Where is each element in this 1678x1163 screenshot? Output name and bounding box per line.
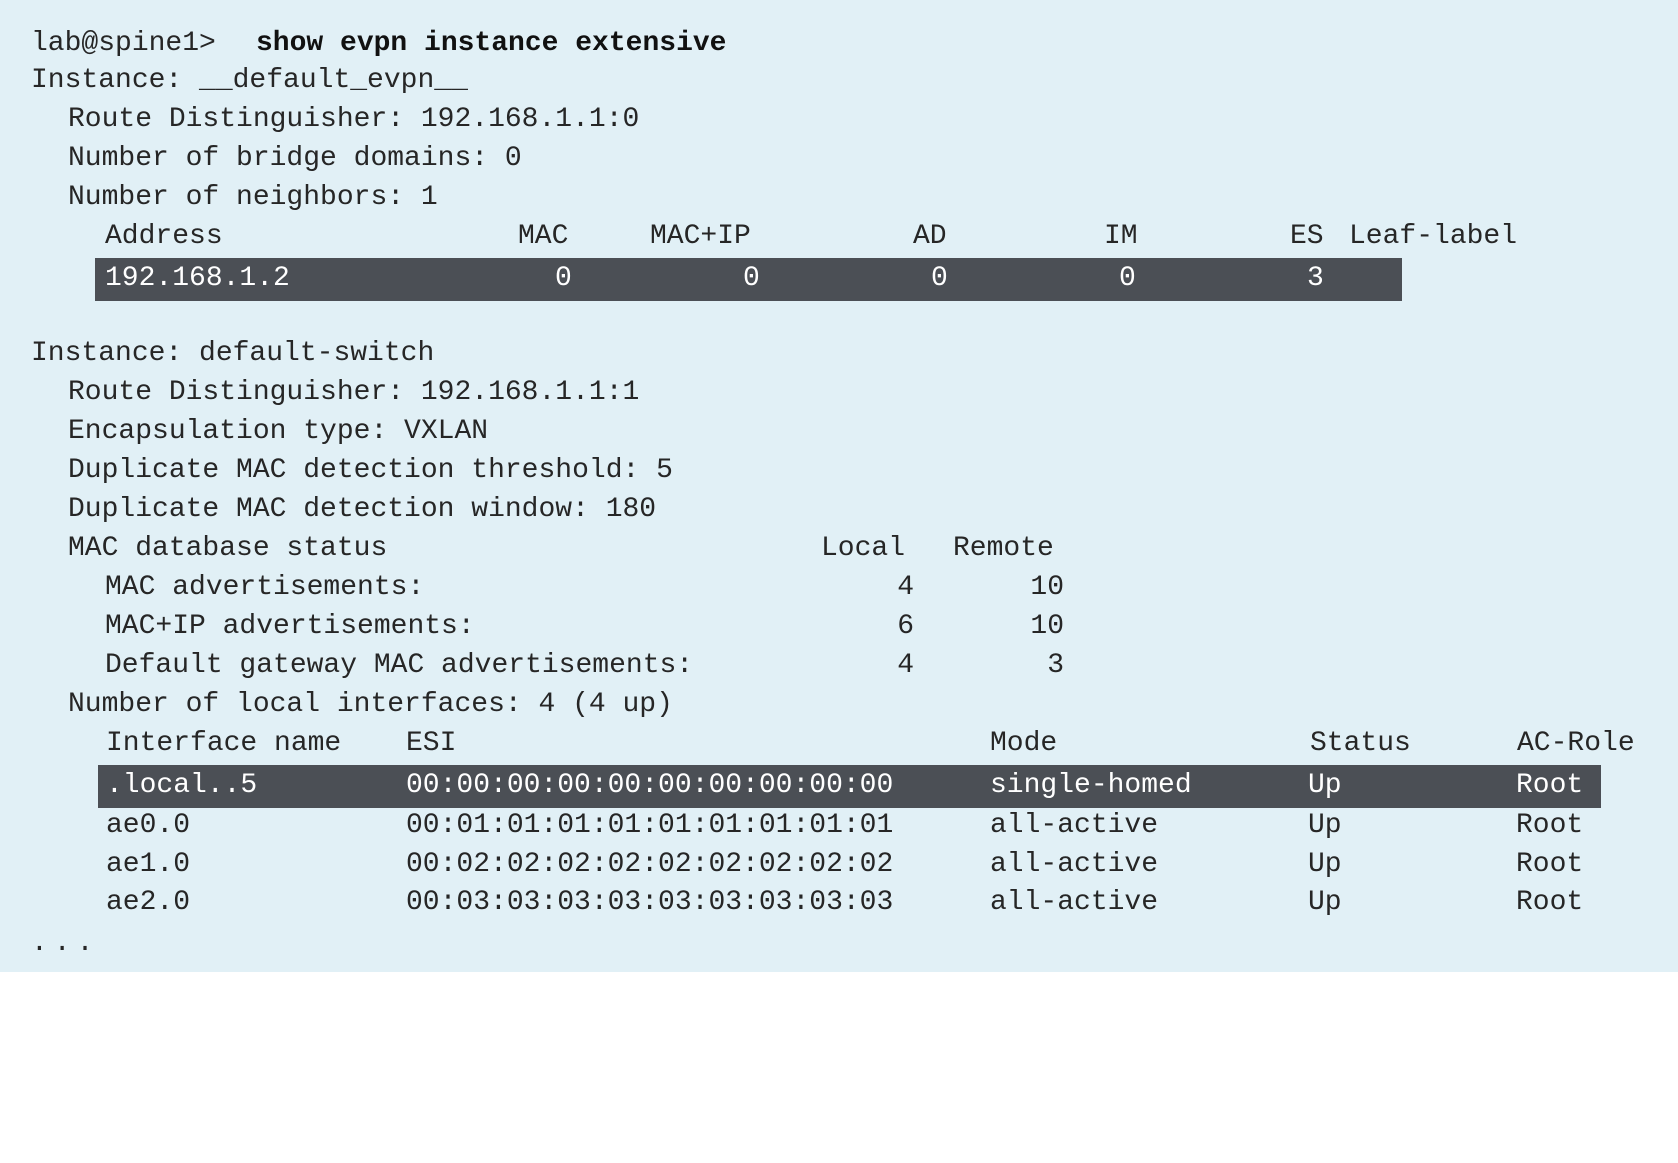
interface-role: Root — [1516, 849, 1584, 880]
neighbor-table-header: Address MAC MAC+IP AD IM ES Leaf-label — [0, 217, 1517, 257]
col-ac-role: AC-Role — [1517, 728, 1635, 759]
interface-mode: single-homed — [990, 770, 1192, 801]
instance2-header-text: Instance: default-switch — [31, 338, 435, 369]
prompt-command: show evpn instance extensive — [256, 28, 727, 59]
col-esi: ESI — [406, 728, 457, 759]
instance1-rd: Route Distinguisher: 192.168.1.1:0 — [0, 100, 639, 140]
instance1-header: Instance: __default_evpn__ — [0, 61, 468, 101]
neighbor-mac-ip: 0 — [743, 263, 760, 294]
interface-status: Up — [1308, 849, 1342, 880]
interface-role: Root — [1516, 887, 1584, 918]
col-mac-ip: MAC+IP — [650, 221, 751, 252]
mac-db-col-remote: Remote — [953, 533, 1054, 564]
instance2-dup-window-text: Duplicate MAC detection window: 180 — [68, 494, 657, 525]
col-interface-name: Interface name — [106, 728, 342, 759]
interface-mode: all-active — [990, 887, 1159, 918]
instance1-neighbors: Number of neighbors: 1 — [0, 178, 438, 218]
col-status: Status — [1310, 728, 1411, 759]
col-leaf-label: Leaf-label — [1349, 221, 1518, 252]
interface-status: Up — [1308, 887, 1342, 918]
col-mac: MAC — [518, 221, 569, 252]
instance2-header: Instance: default-switch — [0, 334, 434, 374]
table-row: 192.168.1.2 0 0 0 0 3 — [95, 259, 1324, 299]
interface-esi: 00:03:03:03:03:03:03:03:03:03 — [406, 887, 894, 918]
instance2-encap: Encapsulation type: VXLAN — [0, 412, 488, 452]
mac-db-row: MAC advertisements: 4 10 — [0, 568, 1064, 608]
mac-db-col-local: Local — [821, 533, 906, 564]
instance2-dup-threshold: Duplicate MAC detection threshold: 5 — [0, 451, 673, 491]
interface-esi: 00:00:00:00:00:00:00:00:00:00 — [406, 770, 894, 801]
terminal-window: lab@spine1> show evpn instance extensive… — [0, 0, 1678, 972]
neighbor-es: 3 — [1307, 263, 1324, 294]
instance1-bridge-domains: Number of bridge domains: 0 — [0, 139, 522, 179]
interface-role: Root — [1516, 770, 1584, 801]
interface-name: .local..5 — [106, 770, 258, 801]
table-row: ae2.0 00:03:03:03:03:03:03:03:03:03 all-… — [0, 883, 1583, 923]
interface-mode: all-active — [990, 810, 1159, 841]
mac-db-header: MAC database status Local Remote — [0, 529, 1054, 569]
col-mode: Mode — [990, 728, 1058, 759]
interface-name: ae1.0 — [106, 849, 191, 880]
interface-name: ae0.0 — [106, 810, 191, 841]
mac-db-row-local: 4 — [897, 650, 914, 681]
instance1-rd-text: Route Distinguisher: 192.168.1.1:0 — [68, 104, 640, 135]
instance2-dup-window: Duplicate MAC detection window: 180 — [0, 490, 656, 530]
table-row: .local..5 00:00:00:00:00:00:00:00:00:00 … — [98, 766, 1583, 806]
mac-db-row-label: MAC+IP advertisements: — [105, 611, 475, 642]
mac-db-row-local: 4 — [897, 572, 914, 603]
col-ad: AD — [913, 221, 947, 252]
local-interfaces-count: Number of local interfaces: 4 (4 up) — [0, 685, 673, 725]
mac-db-row-remote: 10 — [1030, 572, 1064, 603]
instance1-bridge-domains-text: Number of bridge domains: 0 — [68, 143, 522, 174]
col-es: ES — [1290, 221, 1324, 252]
ellipsis: ... — [31, 928, 100, 959]
prompt-user-host: lab@spine1> — [31, 28, 216, 59]
interface-mode: all-active — [990, 849, 1159, 880]
interface-esi: 00:02:02:02:02:02:02:02:02:02 — [406, 849, 894, 880]
interface-table-header: Interface name ESI Mode Status AC-Role — [0, 724, 1635, 764]
mac-db-title: MAC database status — [68, 533, 388, 564]
mac-db-row-local: 6 — [897, 611, 914, 642]
instance2-rd-text: Route Distinguisher: 192.168.1.1:1 — [68, 377, 640, 408]
instance2-dup-threshold-text: Duplicate MAC detection threshold: 5 — [68, 455, 673, 486]
interface-row-highlight[interactable]: .local..5 00:00:00:00:00:00:00:00:00:00 … — [98, 765, 1601, 808]
mac-db-row-label: MAC advertisements: — [105, 572, 425, 603]
interface-role: Root — [1516, 810, 1584, 841]
table-row: ae0.0 00:01:01:01:01:01:01:01:01:01 all-… — [0, 806, 1583, 846]
instance2-encap-text: Encapsulation type: VXLAN — [68, 416, 489, 447]
table-row: ae1.0 00:02:02:02:02:02:02:02:02:02 all-… — [0, 845, 1583, 885]
col-address: Address — [105, 221, 223, 252]
neighbor-ad: 0 — [931, 263, 948, 294]
instance1-neighbors-text: Number of neighbors: 1 — [68, 182, 438, 213]
instance1-header-text: Instance: __default_evpn__ — [31, 65, 468, 96]
instance2-rd: Route Distinguisher: 192.168.1.1:1 — [0, 373, 639, 413]
ellipsis-line: ... — [0, 924, 93, 964]
neighbor-row-highlight[interactable]: 192.168.1.2 0 0 0 0 3 — [95, 258, 1402, 301]
interface-name: ae2.0 — [106, 887, 191, 918]
interface-status: Up — [1308, 770, 1342, 801]
mac-db-row: Default gateway MAC advertisements: 4 3 — [0, 646, 1064, 686]
mac-db-row: MAC+IP advertisements: 6 10 — [0, 607, 1064, 647]
neighbor-im: 0 — [1119, 263, 1136, 294]
neighbor-mac: 0 — [555, 263, 572, 294]
col-im: IM — [1104, 221, 1138, 252]
local-interfaces-text: Number of local interfaces: 4 (4 up) — [68, 689, 673, 720]
interface-status: Up — [1308, 810, 1342, 841]
mac-db-row-label: Default gateway MAC advertisements: — [105, 650, 694, 681]
mac-db-row-remote: 10 — [1030, 611, 1064, 642]
interface-esi: 00:01:01:01:01:01:01:01:01:01 — [406, 810, 894, 841]
neighbor-address: 192.168.1.2 — [105, 263, 290, 294]
prompt-line: lab@spine1> show evpn instance extensive — [0, 24, 726, 64]
mac-db-row-remote: 3 — [1047, 650, 1064, 681]
